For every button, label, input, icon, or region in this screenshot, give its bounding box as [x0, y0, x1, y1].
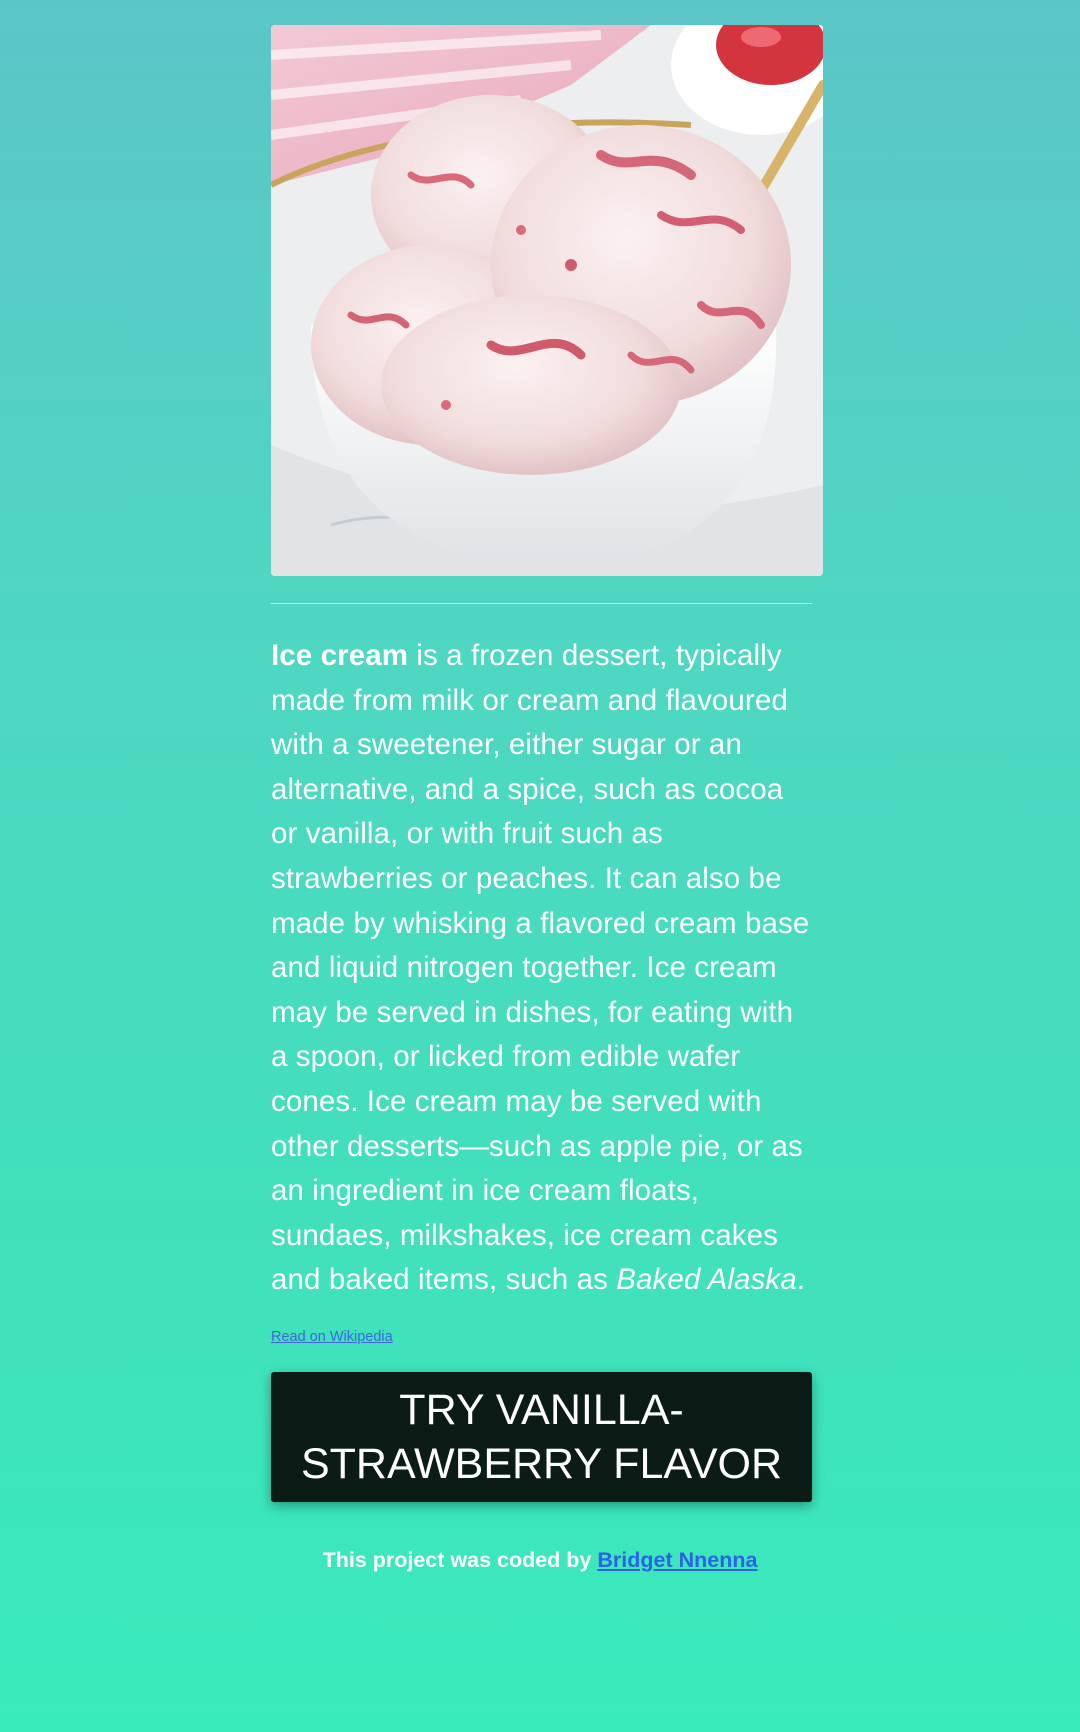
description-body: is a frozen dessert, typically made from…: [271, 639, 810, 1297]
baked-alaska-term: Baked Alaska: [616, 1263, 797, 1297]
ice-cream-image: [271, 25, 823, 576]
ice-cream-term: Ice cream: [271, 639, 409, 672]
footer-credit: This project was coded by Bridget Nnenna: [0, 1548, 1080, 1573]
footer-prefix: This project was coded by: [322, 1548, 598, 1572]
read-on-wikipedia-link[interactable]: Read on Wikipedia: [271, 1329, 393, 1345]
main-content: Ice cream is a frozen dessert, typically…: [271, 25, 823, 1502]
ice-cream-illustration: [271, 25, 823, 576]
try-flavor-button[interactable]: TRY VANILLA-STRAWBERRY FLAVOR: [271, 1371, 812, 1502]
divider: [271, 603, 812, 604]
ice-cream-description: Ice cream is a frozen dessert, typically…: [271, 634, 812, 1303]
author-link[interactable]: Bridget Nnenna: [597, 1548, 757, 1572]
description-end: .: [796, 1263, 806, 1297]
